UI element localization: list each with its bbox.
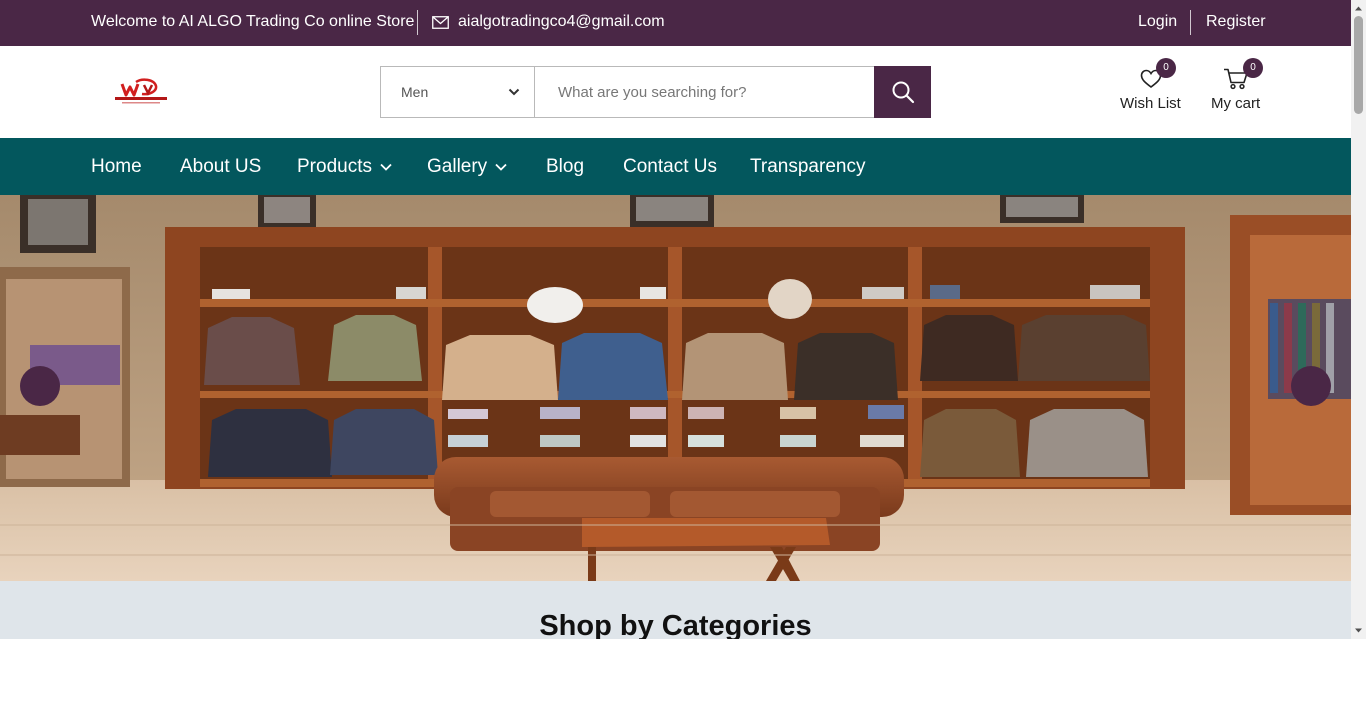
slider-prev-button[interactable] [20,366,60,406]
nav-products[interactable]: Products [297,156,392,178]
top-bar: Welcome to AI ALGO Trading Co online Sto… [0,0,1351,46]
nav-home[interactable]: Home [91,156,142,178]
search-button[interactable] [874,66,931,118]
nav-gallery-label: Gallery [427,156,488,177]
section-title: Shop by Categories [539,610,812,639]
mail-icon [432,16,449,29]
chevron-down-icon [508,88,520,96]
divider [417,10,418,35]
nav-about-us-label: About US [180,156,262,177]
divider [1190,10,1191,35]
welcome-text: Welcome to AI ALGO Trading Co online Sto… [91,13,415,30]
scrollbar-thumb[interactable] [1354,16,1363,114]
wishlist-label: Wish List [1120,95,1181,112]
main-nav: Home About US Products Gallery Blog Cont… [0,138,1351,195]
nav-blog[interactable]: Blog [546,156,584,178]
email-link[interactable]: aialgotradingco4@gmail.com [458,13,665,31]
chevron-down-icon [495,163,507,171]
nav-blog-label: Blog [546,156,585,177]
nav-contact-us[interactable]: Contact Us [623,156,717,178]
scroll-down-arrow-icon[interactable] [1354,626,1363,635]
wishlist-button[interactable]: 0 Wish List [1120,58,1182,116]
category-select[interactable]: Men [381,67,535,117]
nav-contact-us-label: Contact Us [623,156,717,177]
cart-count-badge: 0 [1243,58,1263,78]
page-scrollbar[interactable] [1351,0,1366,639]
nav-transparency[interactable]: Transparency [750,156,865,178]
site-logo[interactable] [112,78,170,106]
categories-section: Shop by Categories [0,581,1351,639]
login-link[interactable]: Login [1138,13,1177,31]
hero-slider [0,195,1351,581]
category-select-value: Men [401,84,429,100]
nav-products-label: Products [297,156,372,177]
search-icon [892,81,915,104]
nav-gallery[interactable]: Gallery [427,156,507,178]
chevron-down-icon [380,163,392,171]
hero-image [0,195,1351,581]
scroll-up-arrow-icon[interactable] [1354,4,1363,13]
search-bar: Men [380,66,931,118]
nav-home-label: Home [91,156,142,177]
site-header: Men 0 Wish List [0,46,1351,138]
slider-next-button[interactable] [1291,366,1331,406]
cart-button[interactable]: 0 My cart [1211,58,1263,116]
register-link[interactable]: Register [1206,13,1266,31]
nav-about-us[interactable]: About US [180,156,261,178]
page-viewport: Welcome to AI ALGO Trading Co online Sto… [0,0,1351,639]
nav-transparency-label: Transparency [750,156,866,177]
cart-label: My cart [1211,95,1261,112]
search-input[interactable] [536,67,874,117]
wishlist-count-badge: 0 [1156,58,1176,78]
